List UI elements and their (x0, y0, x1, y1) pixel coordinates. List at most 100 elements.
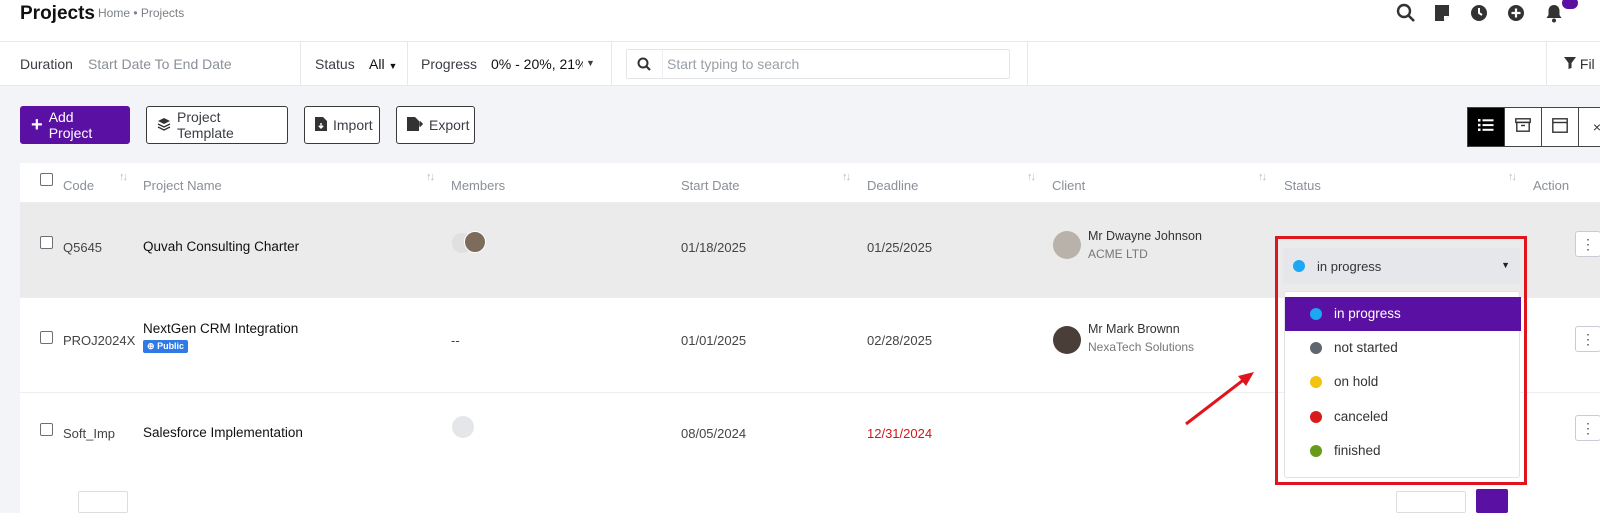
status-filter-value: All (369, 56, 385, 72)
sticky-note-icon[interactable] (1432, 3, 1452, 23)
previous-page-button[interactable] (1396, 491, 1466, 513)
clock-icon[interactable] (1469, 3, 1489, 23)
public-badge: ⊕ Public (143, 340, 189, 353)
row-actions-button[interactable]: ⋮ (1575, 326, 1600, 352)
row-actions-button[interactable]: ⋮ (1575, 415, 1600, 441)
divider (1546, 42, 1547, 86)
avatar[interactable] (464, 231, 486, 253)
column-header-status[interactable]: Status (1284, 178, 1321, 193)
search-input[interactable] (667, 54, 997, 74)
expand-icon: × (1592, 119, 1600, 135)
duration-date-range-input[interactable]: Start Date To End Date (88, 56, 232, 72)
import-label: Import (333, 117, 373, 133)
project-name-link[interactable]: Quvah Consulting Charter (143, 239, 299, 254)
start-date: 01/01/2025 (681, 333, 747, 348)
more-vertical-icon: ⋮ (1581, 235, 1595, 252)
project-code: PROJ2024X (63, 333, 136, 348)
project-name-link[interactable]: NextGen CRM Integration (143, 321, 298, 336)
sort-icon[interactable]: ↑↓ (1258, 171, 1267, 183)
filter-bar: Duration Start Date To End Date Status A… (0, 42, 1600, 86)
start-date: 01/18/2025 (681, 240, 747, 255)
divider (407, 42, 408, 86)
list-icon (1478, 118, 1494, 137)
breadcrumb[interactable]: Home • Projects (98, 6, 184, 20)
layers-icon (157, 117, 171, 134)
annotation-highlight-box (1275, 236, 1527, 485)
sort-icon[interactable]: ↑↓ (1027, 171, 1036, 183)
select-all-checkbox[interactable] (40, 173, 53, 186)
client-company: NexaTech Solutions (1088, 340, 1195, 354)
add-project-button[interactable]: + Add Project (20, 106, 130, 144)
more-view-button[interactable]: × (1578, 107, 1600, 147)
archive-view-button[interactable] (1504, 107, 1542, 147)
column-header-project-name[interactable]: Project Name (143, 178, 222, 193)
public-badge-label: Public (157, 341, 185, 351)
sort-icon[interactable]: ↑↓ (842, 171, 851, 183)
export-button[interactable]: Export (396, 106, 475, 144)
list-view-button[interactable] (1467, 107, 1505, 147)
column-header-code[interactable]: Code (63, 178, 94, 193)
file-export-icon (407, 116, 424, 134)
client-name[interactable]: Mr Mark Brownn (1088, 322, 1180, 336)
row-checkbox[interactable] (40, 331, 53, 344)
project-template-label: Project Template (177, 109, 234, 141)
avatar[interactable] (452, 416, 474, 438)
project-code: Q5645 (63, 240, 103, 255)
globe-icon: ⊕ (147, 341, 155, 351)
caret-down-icon: ▼ (586, 58, 595, 68)
caret-down-icon: ▼ (388, 61, 398, 71)
column-header-action: Action (1533, 178, 1570, 193)
table-footer (20, 487, 1600, 513)
client-avatar[interactable] (1053, 326, 1081, 354)
row-checkbox[interactable] (40, 423, 53, 436)
duration-label: Duration (20, 56, 73, 72)
search-icon (627, 50, 663, 78)
more-vertical-icon: ⋮ (1581, 419, 1595, 436)
client-name[interactable]: Mr Dwayne Johnson (1088, 229, 1202, 243)
filter-funnel-icon (1564, 56, 1580, 72)
calendar-icon (1552, 117, 1568, 138)
file-import-icon (315, 116, 327, 134)
search-box (626, 49, 1010, 79)
project-template-button[interactable]: Project Template (146, 106, 288, 144)
more-vertical-icon: ⋮ (1581, 330, 1595, 347)
import-button[interactable]: Import (304, 106, 380, 144)
top-bar: Projects Home • Projects (0, 0, 1600, 42)
sort-icon[interactable]: ↑↓ (426, 171, 435, 183)
progress-filter-label: Progress (421, 56, 478, 72)
search-icon[interactable] (1396, 3, 1416, 23)
plus-circle-icon[interactable] (1506, 3, 1526, 23)
row-actions-button[interactable]: ⋮ (1575, 231, 1600, 257)
column-header-start-date[interactable]: Start Date (681, 178, 740, 193)
client-avatar[interactable] (1053, 231, 1081, 259)
deadline: 01/25/2025 (867, 240, 933, 255)
row-checkbox[interactable] (40, 236, 53, 249)
sort-icon[interactable]: ↑↓ (119, 171, 128, 183)
members-empty: -- (451, 333, 460, 348)
progress-filter-select[interactable]: 0% - 20%, 21% (491, 56, 583, 72)
column-header-members: Members (451, 178, 506, 193)
deadline: 02/28/2025 (867, 333, 933, 348)
current-page-button[interactable] (1476, 489, 1508, 513)
start-date: 08/05/2024 (681, 426, 747, 441)
table-header: Code ↑↓ Project Name ↑↓ Members Start Da… (20, 163, 1600, 203)
plus-icon: + (31, 114, 43, 136)
client-company: ACME LTD (1088, 247, 1148, 261)
calendar-view-button[interactable] (1541, 107, 1579, 147)
page-title: Projects (20, 3, 95, 24)
column-header-client[interactable]: Client (1052, 178, 1085, 193)
filters-button[interactable]: Fil (1564, 56, 1595, 72)
project-name-link[interactable]: Salesforce Implementation (143, 425, 303, 440)
status-filter-select[interactable]: All ▼ (369, 56, 397, 72)
divider (1027, 42, 1028, 86)
page-size-select[interactable] (78, 491, 128, 513)
sort-icon[interactable]: ↑↓ (1508, 171, 1517, 183)
filters-button-label: Fil (1579, 56, 1595, 72)
bell-icon[interactable] (1544, 3, 1564, 23)
add-project-label: Add Project (48, 109, 93, 141)
project-code: Soft_Imp (63, 426, 116, 441)
notification-badge (1562, 0, 1578, 9)
archive-icon (1515, 117, 1531, 137)
column-header-deadline[interactable]: Deadline (867, 178, 918, 193)
status-filter-label: Status (315, 56, 355, 72)
